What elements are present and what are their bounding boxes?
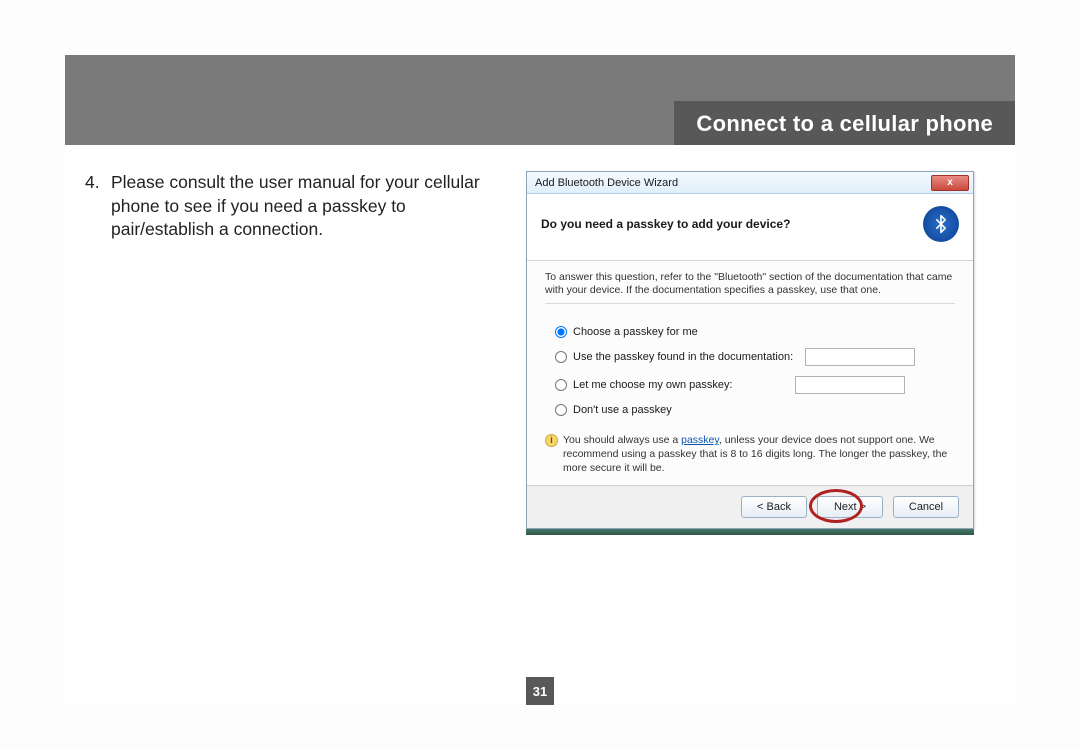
back-button[interactable]: < Back [741,496,807,518]
option-choose-passkey[interactable]: Choose a passkey for me [555,326,955,338]
window-titlebar: Add Bluetooth Device Wizard x [527,172,973,194]
cancel-button[interactable]: Cancel [893,496,959,518]
step-number: 4. [85,171,111,242]
doc-passkey-input[interactable] [805,348,915,366]
page-number: 31 [526,677,554,705]
radio-options: Choose a passkey for me Use the passkey … [545,326,955,416]
wizard-instruction: To answer this question, refer to the "B… [545,269,955,304]
header-band: Connect to a cellular phone [65,55,1015,145]
wizard-header: Do you need a passkey to add your device… [527,194,973,261]
option-label: Use the passkey found in the documentati… [573,351,793,363]
option-own-passkey[interactable]: Let me choose my own passkey: [555,376,955,394]
note-prefix: You should always use a [563,434,681,446]
step-text: Please consult the user manual for your … [111,171,510,242]
close-button[interactable]: x [931,175,969,191]
close-icon: x [947,177,953,188]
passkey-link[interactable]: passkey [681,434,719,446]
bluetooth-icon [923,206,959,242]
window-title-text: Add Bluetooth Device Wizard [535,177,678,189]
instruction-column: 4. Please consult the user manual for yo… [85,171,510,535]
step-item: 4. Please consult the user manual for yo… [85,171,510,242]
option-no-passkey[interactable]: Don't use a passkey [555,404,955,416]
wizard-heading: Do you need a passkey to add your device… [541,217,923,231]
wizard-body: To answer this question, refer to the "B… [527,261,973,485]
desktop-strip [526,529,974,535]
manual-page: Connect to a cellular phone 4. Please co… [65,55,1015,705]
radio-own-passkey[interactable] [555,379,567,391]
option-label: Let me choose my own passkey: [573,379,733,391]
next-button[interactable]: Next > [817,496,883,518]
info-icon: i [545,434,558,447]
radio-doc-passkey[interactable] [555,351,567,363]
wizard-note: i You should always use a passkey, unles… [545,434,955,475]
own-passkey-input[interactable] [795,376,905,394]
page-title: Connect to a cellular phone [674,101,1015,145]
screenshot-panel: Add Bluetooth Device Wizard x Do you nee… [526,171,974,535]
radio-no-passkey[interactable] [555,404,567,416]
option-doc-passkey[interactable]: Use the passkey found in the documentati… [555,348,955,366]
wizard-footer: < Back Next > Cancel [527,485,973,528]
option-label: Don't use a passkey [573,404,672,416]
wizard-window: Add Bluetooth Device Wizard x Do you nee… [526,171,974,529]
radio-choose-passkey[interactable] [555,326,567,338]
option-label: Choose a passkey for me [573,326,698,338]
content-row: 4. Please consult the user manual for yo… [65,145,1015,535]
